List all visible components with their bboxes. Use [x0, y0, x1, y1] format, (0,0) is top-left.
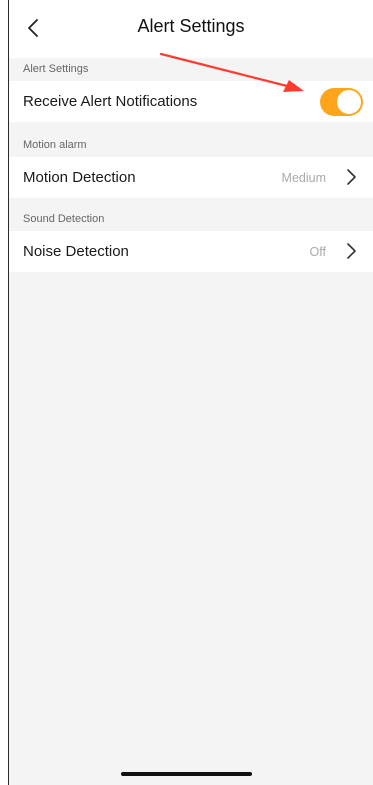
red-arrow-annotation [159, 52, 304, 92]
section-label-sound-detection: Sound Detection [23, 213, 105, 225]
alert-settings-screen: Alert Settings Alert Settings Receive Al… [9, 0, 373, 785]
chevron-right-icon [347, 169, 356, 185]
motion-detection-row[interactable]: Motion Detection Medium [9, 157, 373, 198]
section-label-alert-settings: Alert Settings [23, 63, 89, 75]
motion-detection-label: Motion Detection [23, 169, 136, 186]
chevron-right-icon [347, 243, 356, 259]
noise-detection-label: Noise Detection [23, 243, 129, 260]
receive-alert-notifications-toggle[interactable] [320, 88, 363, 116]
noise-detection-value: Off [309, 245, 326, 259]
motion-detection-value: Medium [281, 171, 326, 185]
toggle-knob [337, 90, 361, 114]
noise-detection-row[interactable]: Noise Detection Off [9, 231, 373, 272]
home-indicator [121, 772, 252, 776]
page-title: Alert Settings [137, 16, 245, 36]
section-label-motion-alarm: Motion alarm [23, 139, 87, 151]
